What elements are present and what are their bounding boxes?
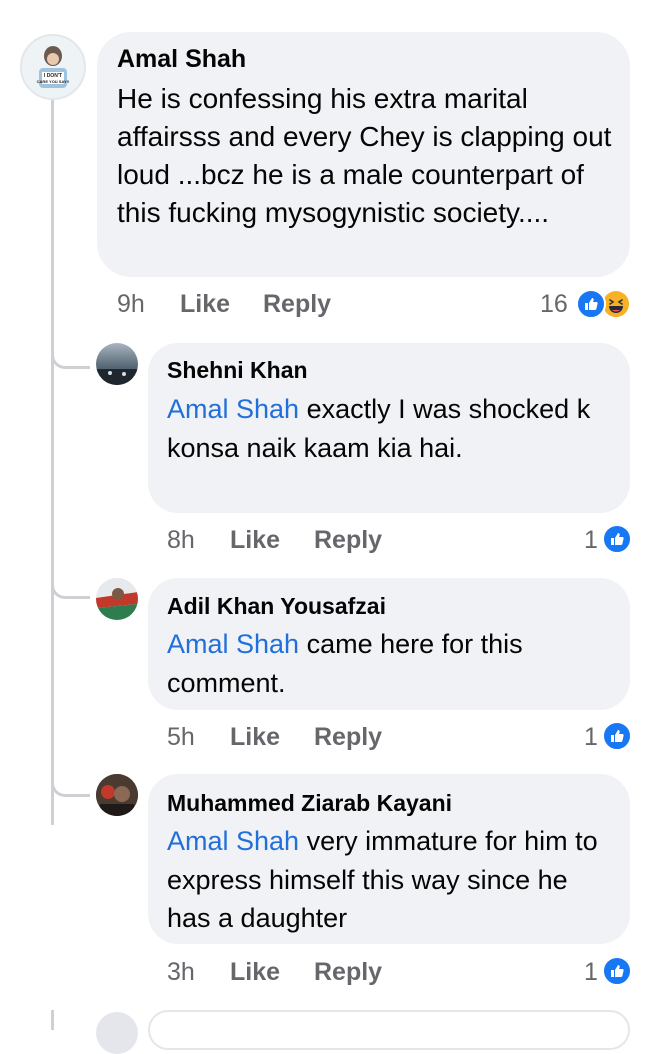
avatar[interactable]	[96, 343, 138, 385]
like-icon[interactable]	[576, 289, 606, 319]
reply-actions: 3h Like Reply	[167, 958, 382, 987]
comment-timestamp[interactable]: 9h	[117, 290, 180, 319]
avatar[interactable]	[96, 774, 138, 816]
comment-actions: 9h Like Reply	[117, 290, 331, 319]
reply-author[interactable]: Shehni Khan	[167, 357, 308, 384]
avatar[interactable]	[96, 578, 138, 620]
like-button[interactable]: Like	[230, 526, 314, 555]
thread-line	[51, 95, 54, 825]
mention-link[interactable]: Amal Shah	[167, 629, 299, 659]
avatar-photo-icon	[96, 369, 138, 385]
reply-button[interactable]: Reply	[314, 958, 382, 987]
avatar[interactable]: I DON'T CARE YOU SAY!!	[20, 34, 86, 100]
thread-line-bottom	[51, 1010, 54, 1030]
like-icon[interactable]	[602, 956, 632, 986]
reply-text: Amal Shah very immature for him to expre…	[167, 826, 598, 933]
like-button[interactable]: Like	[180, 290, 263, 319]
reply-author[interactable]: Muhammed Ziarab Kayani	[167, 790, 452, 817]
avatar[interactable]	[96, 1012, 138, 1054]
like-icon[interactable]	[602, 721, 632, 751]
reply-button[interactable]: Reply	[314, 526, 382, 555]
reply-button[interactable]: Reply	[263, 290, 331, 319]
reply-actions: 8h Like Reply	[167, 526, 382, 555]
mention-link[interactable]: Amal Shah	[167, 826, 299, 856]
reply-text: Amal Shah came here for this comment.	[167, 629, 523, 698]
reply-bubble: Muhammed Ziarab Kayani Amal Shah very im…	[148, 774, 630, 944]
reply-button[interactable]: Reply	[314, 723, 382, 752]
reply-input-box[interactable]	[148, 1010, 630, 1050]
reply-text: Amal Shah exactly I was shocked k konsa …	[167, 394, 591, 463]
like-icon[interactable]	[602, 524, 632, 554]
thread-elbow-2	[51, 560, 90, 599]
avatar-illustration-icon	[22, 36, 84, 98]
reaction-count[interactable]: 1	[584, 958, 598, 987]
reaction-count[interactable]: 1	[584, 526, 598, 555]
avatar-caption-2: CARE YOU SAY!!	[36, 79, 70, 84]
reaction-count[interactable]: 1	[584, 723, 598, 752]
reply-timestamp[interactable]: 5h	[167, 723, 230, 752]
mention-link[interactable]: Amal Shah	[167, 394, 299, 424]
thread-elbow-1	[51, 330, 90, 369]
like-button[interactable]: Like	[230, 723, 314, 752]
reply-author[interactable]: Adil Khan Yousafzai	[167, 593, 386, 620]
reply-timestamp[interactable]: 8h	[167, 526, 230, 555]
avatar-photo-icon	[96, 774, 138, 816]
reaction-count[interactable]: 16	[540, 290, 568, 319]
comment-bubble: Amal Shah He is confessing his extra mar…	[97, 32, 630, 277]
comment-text: He is confessing his extra marital affai…	[117, 83, 612, 228]
reply-bubble: Adil Khan Yousafzai Amal Shah came here …	[148, 578, 630, 710]
like-button[interactable]: Like	[230, 958, 314, 987]
avatar-photo-icon	[96, 578, 138, 620]
thread-elbow-3	[51, 758, 90, 797]
comment-author[interactable]: Amal Shah	[117, 45, 246, 74]
reply-actions: 5h Like Reply	[167, 723, 382, 752]
reply-timestamp[interactable]: 3h	[167, 958, 230, 987]
reply-bubble: Shehni Khan Amal Shah exactly I was shoc…	[148, 343, 630, 513]
